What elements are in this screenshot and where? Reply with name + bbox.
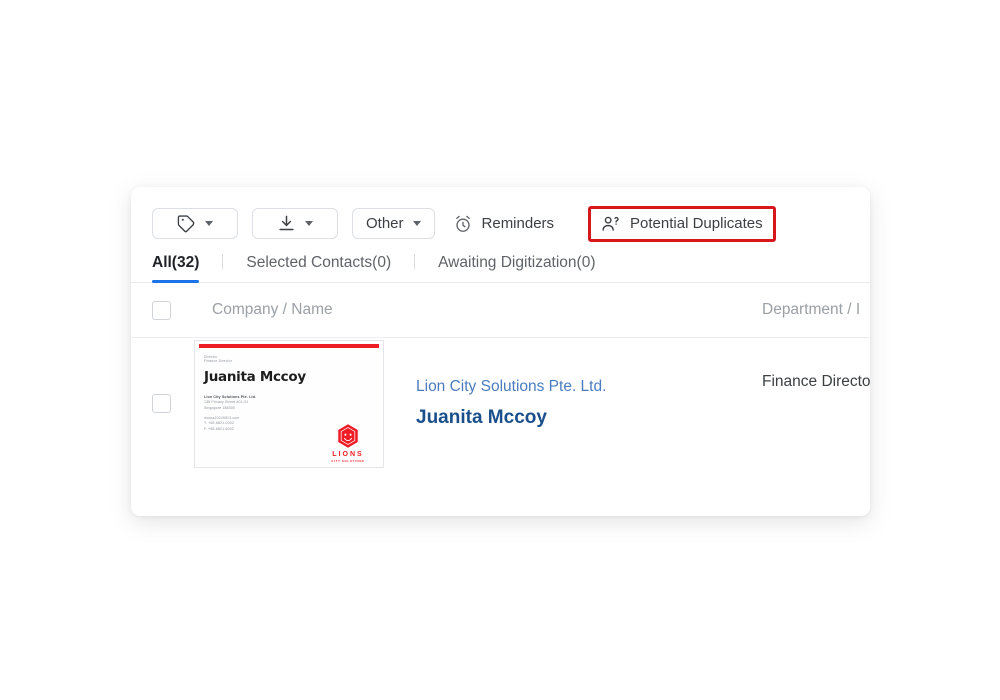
alarm-clock-icon bbox=[453, 214, 473, 234]
tab-selected-contacts[interactable]: Selected Contacts(0) bbox=[246, 254, 391, 282]
row-select-checkbox[interactable] bbox=[152, 394, 171, 413]
tab-divider bbox=[222, 254, 224, 269]
card-person-name: Juanita Mccoy bbox=[204, 368, 306, 385]
tab-divider bbox=[414, 254, 416, 269]
tag-button[interactable] bbox=[152, 208, 238, 239]
download-button[interactable] bbox=[252, 208, 338, 239]
tab-selected-contacts-label: Selected Contacts(0) bbox=[246, 254, 392, 271]
row-person-name[interactable]: Juanita Mccoy bbox=[416, 407, 606, 429]
tab-awaiting-digitization-label: Awaiting Digitization(0) bbox=[438, 254, 596, 271]
toolbar: Other Reminders Potential Duplicates bbox=[131, 187, 870, 242]
select-all-checkbox[interactable] bbox=[152, 300, 171, 320]
reminders-button[interactable]: Reminders bbox=[449, 208, 559, 239]
chevron-down-icon bbox=[205, 221, 213, 226]
reminders-label: Reminders bbox=[481, 215, 555, 232]
chevron-down-icon bbox=[305, 221, 313, 226]
business-card-thumbnail[interactable]: Director Finance Director Juanita Mccoy … bbox=[194, 339, 384, 468]
row-department: Finance Directo bbox=[762, 373, 870, 390]
column-header-company-name: Company / Name bbox=[212, 301, 333, 318]
contacts-panel: Other Reminders Potential Duplicates All… bbox=[131, 187, 870, 516]
tab-bar: All(32) Selected Contacts(0) Awaiting Di… bbox=[131, 241, 870, 283]
row-name-block: Lion City Solutions Pte. Ltd. Juanita Mc… bbox=[416, 378, 606, 429]
card-company-block: Lion City Solutions Pte. Ltd. 138 Privac… bbox=[204, 395, 374, 411]
download-icon bbox=[277, 214, 296, 233]
tag-icon bbox=[177, 214, 196, 233]
card-logo: LIONS CITY SOLUTIONS bbox=[325, 423, 371, 463]
card-logo-subtitle: CITY SOLUTIONS bbox=[331, 458, 365, 463]
potential-duplicates-button[interactable]: Potential Duplicates bbox=[588, 205, 776, 242]
tab-awaiting-digitization[interactable]: Awaiting Digitization(0) bbox=[438, 254, 595, 282]
tab-all[interactable]: All(32) bbox=[152, 254, 200, 283]
row-company-link[interactable]: Lion City Solutions Pte. Ltd. bbox=[416, 378, 606, 396]
table-header: Company / Name Department / I bbox=[131, 283, 870, 338]
table-row: Director Finance Director Juanita Mccoy … bbox=[131, 338, 870, 469]
column-header-department: Department / I bbox=[762, 301, 861, 318]
other-button[interactable]: Other bbox=[352, 208, 435, 239]
card-address-line-2: Singapore 188400 bbox=[204, 405, 236, 410]
other-button-label: Other bbox=[366, 215, 404, 232]
chevron-down-icon bbox=[412, 221, 421, 226]
card-title-line-2: Finance Director bbox=[204, 359, 233, 364]
potential-duplicates-label: Potential Duplicates bbox=[630, 215, 763, 232]
card-logo-word: LIONS bbox=[332, 450, 364, 458]
person-question-icon bbox=[601, 214, 621, 234]
card-body: Director Finance Director Juanita Mccoy … bbox=[195, 348, 383, 467]
tab-all-label: All(32) bbox=[152, 254, 200, 271]
lion-hexagon-icon bbox=[335, 423, 361, 449]
